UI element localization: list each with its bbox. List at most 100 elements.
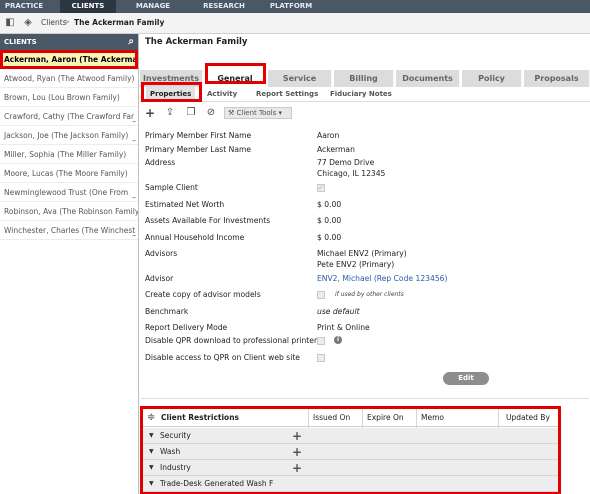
expand-icon[interactable]: ▼ — [149, 428, 154, 444]
restrictions-icon: ≑ — [147, 412, 156, 423]
advisor-2: Pete ENV2 (Primary) — [317, 260, 395, 269]
col-expire-on: Expire On — [367, 413, 404, 422]
expand-icon[interactable]: ▼ — [149, 476, 154, 492]
copy-models-checkbox[interactable] — [317, 291, 325, 299]
benchmark-label: Benchmark — [145, 307, 189, 316]
nav-tab-research[interactable]: RESEARCH — [196, 0, 252, 13]
breadcrumb-separator: > — [64, 18, 70, 26]
general-tab-highlight — [205, 63, 266, 84]
add-restriction-icon[interactable]: + — [292, 444, 302, 460]
breadcrumb-clients-link[interactable]: Clients — [41, 18, 67, 27]
address-line2: Chicago, IL 12345 — [317, 169, 386, 178]
client-list-header: CLIENTS ⌕ — [0, 34, 138, 50]
client-list-item[interactable]: Brown, Lou (Lou Brown Family) — [0, 88, 138, 107]
restriction-row-security[interactable]: ▼ Security + — [143, 428, 558, 444]
client-list-item-label: Newminglewood Trust (One From — [4, 188, 129, 197]
collapse-icon[interactable]: – — [132, 188, 136, 201]
client-list-item-label: Jackson, Joe (The Jackson Family) — [4, 131, 129, 140]
client-restrictions-table: ≑ Client Restrictions Issued On Expire O… — [140, 406, 561, 494]
col-issued-on: Issued On — [313, 413, 351, 422]
advisor-label: Advisor — [145, 274, 174, 283]
client-list-item[interactable]: Winchester, Charles (The Winchest – — [0, 221, 138, 240]
breadcrumb: ◧ ◈ Clients > The Ackerman Family — [0, 13, 590, 34]
info-icon[interactable]: i — [334, 336, 342, 344]
advisors-label: Advisors — [145, 249, 178, 258]
client-list-item[interactable]: Crawford, Cathy (The Crawford Far – — [0, 107, 138, 126]
last-name-label: Primary Member Last Name — [145, 145, 252, 154]
address-label: Address — [145, 158, 176, 167]
client-list-sidebar: CLIENTS ⌕ Ackerman, Aaron (The Ackerma A… — [0, 34, 139, 494]
advisor-link[interactable]: ENV2, Michael (Rep Code 123456) — [317, 274, 447, 283]
client-list-item-label: Crawford, Cathy (The Crawford Far — [4, 112, 135, 121]
restriction-row-label: Security — [160, 431, 191, 440]
subtab-fiduciary-notes[interactable]: Fiduciary Notes — [330, 87, 392, 102]
client-list-item[interactable]: Robinson, Ava (The Robinson Family) — [0, 202, 138, 221]
client-tools-label: Client Tools — [236, 109, 277, 117]
disable-qpr-checkbox[interactable] — [317, 337, 325, 345]
client-list-item[interactable]: Jackson, Joe (The Jackson Family) – — [0, 126, 138, 145]
add-icon[interactable]: + — [144, 107, 156, 119]
collapse-icon[interactable]: – — [132, 131, 136, 144]
client-list-item[interactable]: Miller, Sophia (The Miller Family) — [0, 145, 138, 164]
restrictions-header: ≑ Client Restrictions Issued On Expire O… — [143, 409, 558, 427]
nav-tab-manage[interactable]: MANAGE — [128, 0, 178, 13]
search-icon[interactable]: ⌕ — [128, 36, 134, 48]
copy-icon[interactable]: ❐ — [185, 107, 197, 119]
breadcrumb-current: The Ackerman Family — [74, 18, 165, 27]
income-label: Annual Household Income — [145, 233, 245, 242]
restriction-row-trade-desk-wash[interactable]: ▼ Trade-Desk Generated Wash F — [143, 476, 558, 492]
add-restriction-icon[interactable]: + — [292, 460, 302, 476]
collapse-panel-icon[interactable]: ◧ — [4, 17, 16, 29]
expand-icon[interactable]: ▼ — [149, 444, 154, 460]
client-list-item[interactable]: Ackerman, Aaron (The Ackerma — [0, 50, 138, 69]
households-icon: ◈ — [24, 17, 32, 28]
chevron-down-icon: ▾ — [278, 109, 282, 117]
restriction-row-label: Industry — [160, 463, 191, 472]
client-tools-button[interactable]: ⚒ Client Tools ▾ — [224, 107, 292, 119]
sample-client-checkbox[interactable]: ✓ — [317, 184, 325, 192]
benchmark-value: use default — [317, 307, 360, 316]
disable-qpr-label: Disable QPR download to professional pri… — [145, 336, 318, 345]
copy-models-note: if used by other clients — [335, 291, 404, 298]
nav-tab-practice[interactable]: PRACTICE — [0, 0, 48, 13]
col-memo: Memo — [421, 413, 444, 422]
export-icon[interactable]: ⇪ — [164, 107, 176, 119]
subtab-report-settings[interactable]: Report Settings — [256, 87, 318, 102]
sample-client-label: Sample Client — [145, 183, 198, 192]
restriction-row-industry[interactable]: ▼ Industry + — [143, 460, 558, 476]
top-navigation: PRACTICE CLIENTS MANAGE RESEARCH PLATFOR… — [0, 0, 590, 13]
properties-subtab-highlight — [141, 82, 202, 102]
cancel-icon[interactable]: ⊘ — [205, 107, 217, 119]
disable-web-checkbox[interactable] — [317, 354, 325, 362]
report-delivery-value: Print & Online — [317, 323, 370, 332]
nav-tab-clients[interactable]: CLIENTS — [60, 0, 116, 13]
report-delivery-label: Report Delivery Mode — [145, 323, 228, 332]
page-title: The Ackerman Family — [145, 37, 248, 47]
tab-billing[interactable]: Billing — [334, 70, 394, 87]
section-divider — [141, 398, 589, 399]
add-restriction-icon[interactable]: + — [292, 428, 302, 444]
assets-value: $ 0.00 — [317, 216, 342, 225]
tab-policy[interactable]: Policy — [462, 70, 522, 87]
tab-documents[interactable]: Documents — [396, 70, 460, 87]
subtabs: Properties Activity Report Settings Fidu… — [140, 87, 590, 102]
expand-icon[interactable]: ▼ — [149, 460, 154, 476]
client-list-item[interactable]: Newminglewood Trust (One From – — [0, 183, 138, 202]
first-name-value: Aaron — [317, 131, 340, 140]
client-list-item[interactable]: Moore, Lucas (The Moore Family) — [0, 164, 138, 183]
edit-button[interactable]: Edit — [443, 372, 489, 385]
tab-service[interactable]: Service — [268, 70, 332, 87]
first-name-label: Primary Member First Name — [145, 131, 252, 140]
tab-proposals[interactable]: Proposals — [524, 70, 590, 87]
client-list-item[interactable]: Atwood, Ryan (The Atwood Family) — [0, 69, 138, 88]
copy-models-label: Create copy of advisor models — [145, 290, 261, 299]
client-toolbar: + ⇪ ❐ ⊘ ⚒ Client Tools ▾ — [140, 104, 590, 122]
subtab-activity[interactable]: Activity — [207, 87, 237, 102]
collapse-icon[interactable]: – — [132, 112, 136, 125]
nav-tab-platform[interactable]: PLATFORM — [262, 0, 320, 13]
income-value: $ 0.00 — [317, 233, 342, 242]
restriction-row-wash[interactable]: ▼ Wash + — [143, 444, 558, 460]
last-name-value: Ackerman — [317, 145, 355, 154]
net-worth-value: $ 0.00 — [317, 200, 342, 209]
collapse-icon[interactable]: – — [132, 226, 136, 239]
